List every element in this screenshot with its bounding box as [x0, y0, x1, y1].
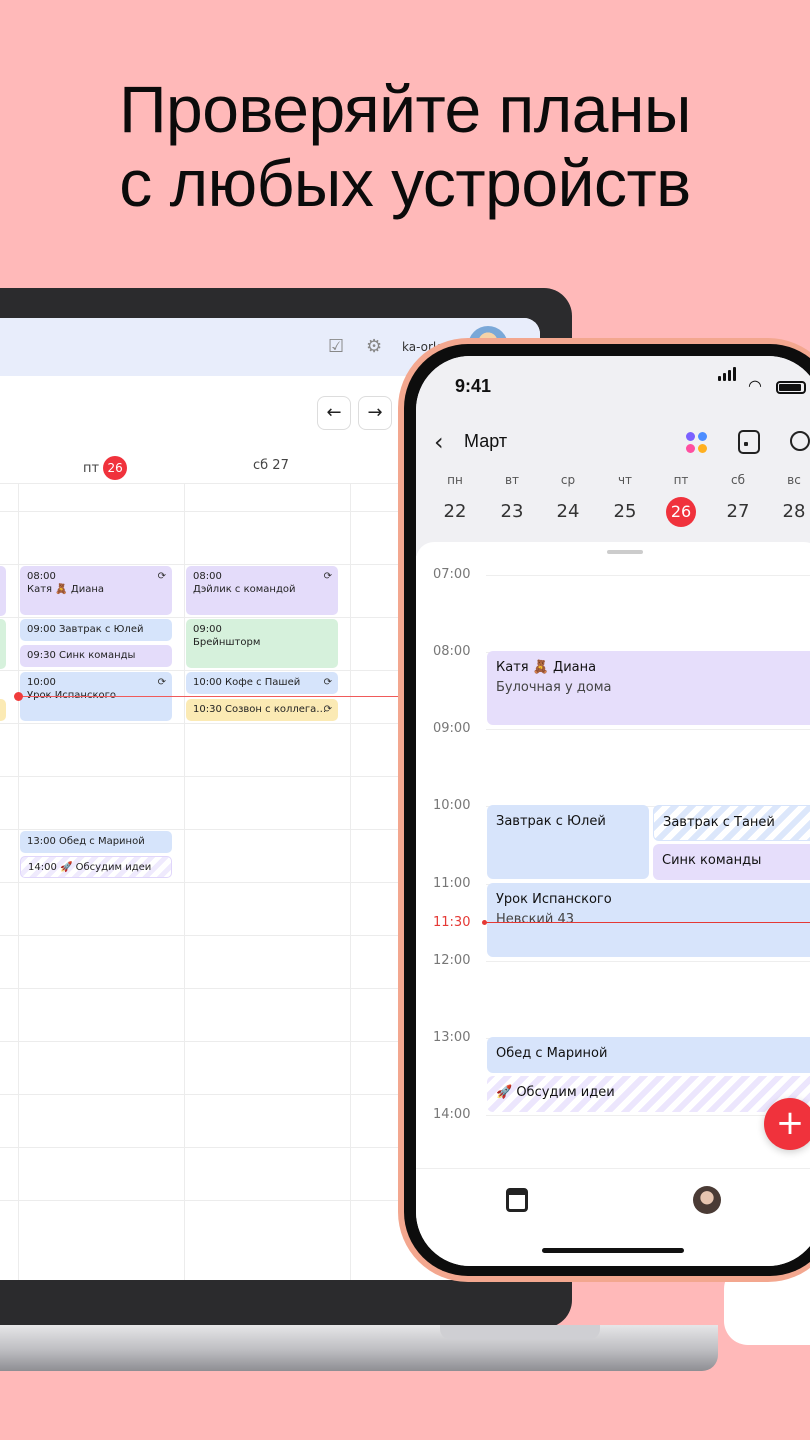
hour-line	[486, 1115, 810, 1116]
current-time-label: 11:30	[433, 915, 471, 930]
weekday-label: чт	[617, 473, 633, 487]
weekday-label: сб	[731, 473, 745, 487]
event-title: Катя 🧸 Диана	[27, 584, 104, 595]
current-time-dot	[482, 920, 487, 925]
event-title: Дэйлик с командой	[193, 584, 296, 595]
hour-label: 10:00	[433, 798, 471, 813]
event-time: 09:00	[193, 624, 222, 635]
event-discuss-ideas[interactable]: 14:00 🚀 Обсудим идеи	[20, 856, 172, 878]
event-lunch-marina[interactable]: 13:00 Обед с Мариной	[20, 831, 172, 853]
weekday-label: вт	[504, 473, 520, 487]
weekday-label: ср	[560, 473, 576, 487]
laptop-base	[0, 1325, 718, 1371]
date-23[interactable]: 23	[492, 498, 532, 526]
date-22[interactable]: 22	[435, 498, 475, 526]
current-time-dot	[14, 692, 23, 701]
hour-label: 14:00	[433, 1107, 471, 1122]
add-event-button[interactable]: +	[764, 1098, 810, 1150]
event-lunch-marina[interactable]: Обед с Мариной	[487, 1037, 810, 1073]
apps-icon[interactable]	[686, 432, 708, 454]
hour-line	[486, 575, 810, 576]
search-icon[interactable]	[790, 431, 810, 451]
event-katya-diana[interactable]: Катя 🧸 Диана Булочная у дома	[487, 651, 810, 725]
event-sliver[interactable]	[0, 619, 6, 669]
tab-bar-divider	[416, 1168, 810, 1169]
gear-icon[interactable]: ⚙	[366, 337, 386, 357]
day-header-fri[interactable]: пт 26	[83, 456, 128, 480]
event-location: Невский 43	[496, 912, 575, 927]
repeat-icon: ⟳	[323, 571, 332, 582]
weekday-label: пн	[447, 473, 463, 487]
sheet-handle[interactable]	[607, 550, 643, 554]
hour-label: 11:00	[433, 876, 471, 891]
today-badge: 26	[103, 456, 128, 480]
hour-label: 07:00	[433, 567, 471, 582]
hour-line	[486, 961, 810, 962]
event-call-colleagues[interactable]: 10:30 Созвон с коллега… ⟳	[186, 699, 338, 721]
laptop-notch	[440, 1325, 600, 1339]
hour-label: 13:00	[433, 1030, 471, 1045]
event-team-sync[interactable]: Синк команды	[653, 844, 810, 880]
weekday-label: вс	[787, 473, 801, 487]
hour-label: 08:00	[433, 644, 471, 659]
event-coffee-pasha[interactable]: 10:00 Кофе с Пашей ⟳	[186, 672, 338, 694]
event-title: 10:00 Кофе с Пашей	[193, 677, 301, 688]
todo-icon[interactable]: ☑	[328, 337, 348, 357]
event-time: 08:00	[27, 571, 56, 582]
event-sliver[interactable]	[0, 566, 6, 616]
phone-screen: 9:41 ◠ ‹ Март пн вт ср чт пт сб вс 22 23…	[416, 356, 810, 1266]
event-title: Катя 🧸 Диана	[496, 660, 597, 675]
date-24[interactable]: 24	[548, 498, 588, 526]
battery-icon	[776, 381, 806, 394]
date-26-today[interactable]: 26	[666, 497, 696, 527]
date-27[interactable]: 27	[718, 498, 758, 526]
event-team-sync[interactable]: 09:30 Синк команды	[20, 645, 172, 667]
date-25[interactable]: 25	[605, 498, 645, 526]
calendar-today-icon[interactable]	[738, 430, 760, 454]
event-spanish-lesson[interactable]: Урок Испанского Невский 43	[487, 883, 810, 957]
event-title: Урок Испанского	[496, 892, 612, 907]
event-breakfast-tanya[interactable]: Завтрак с Таней	[653, 805, 810, 841]
repeat-icon: ⟳	[157, 571, 166, 582]
current-time-line	[484, 922, 810, 923]
event-title: Брейншторм	[193, 637, 261, 648]
event-discuss-ideas[interactable]: 🚀 Обсудим идеи	[487, 1076, 810, 1112]
repeat-icon: ⟳	[323, 704, 332, 715]
profile-tab-avatar[interactable]	[693, 1186, 721, 1214]
event-daily-team[interactable]: 08:00 Дэйлик с командой ⟳	[186, 566, 338, 615]
event-breakfast-yulia[interactable]: Завтрак с Юлей	[487, 805, 649, 879]
hour-label: 12:00	[433, 953, 471, 968]
event-time: 08:00	[193, 571, 222, 582]
event-time: 10:00	[27, 677, 56, 688]
wifi-icon: ◠	[748, 376, 762, 395]
day-label: пт	[83, 461, 100, 476]
repeat-icon: ⟳	[323, 677, 332, 688]
status-time: 9:41	[455, 376, 492, 396]
month-title[interactable]: Март	[464, 431, 507, 452]
back-chevron-icon[interactable]: ‹	[434, 428, 444, 456]
headline-line-1: Проверяйте планы	[119, 72, 691, 146]
headline: Проверяйте планы с любых устройств	[0, 72, 810, 220]
date-28[interactable]: 28	[774, 498, 810, 526]
calendar-tab-icon[interactable]	[506, 1188, 528, 1212]
repeat-icon: ⟳	[157, 677, 166, 688]
hour-label: 09:00	[433, 721, 471, 736]
event-location: Булочная у дома	[496, 680, 612, 695]
hour-line	[486, 729, 810, 730]
headline-line-2: с любых устройств	[119, 146, 691, 220]
day-header-sat[interactable]: сб 27	[253, 458, 289, 473]
event-brainstorm[interactable]: 09:00 Брейншторм	[186, 619, 338, 668]
prev-week-button[interactable]: ←	[317, 396, 351, 430]
event-katya-diana[interactable]: 08:00 Катя 🧸 Диана ⟳	[20, 566, 172, 615]
next-week-button[interactable]: →	[358, 396, 392, 430]
home-indicator	[542, 1248, 684, 1253]
event-breakfast-yulia[interactable]: 09:00 Завтрак с Юлей	[20, 619, 172, 641]
weekday-label: пт	[673, 473, 689, 487]
event-sliver[interactable]	[0, 699, 6, 721]
event-title: 10:30 Созвон с коллега…	[193, 704, 327, 715]
